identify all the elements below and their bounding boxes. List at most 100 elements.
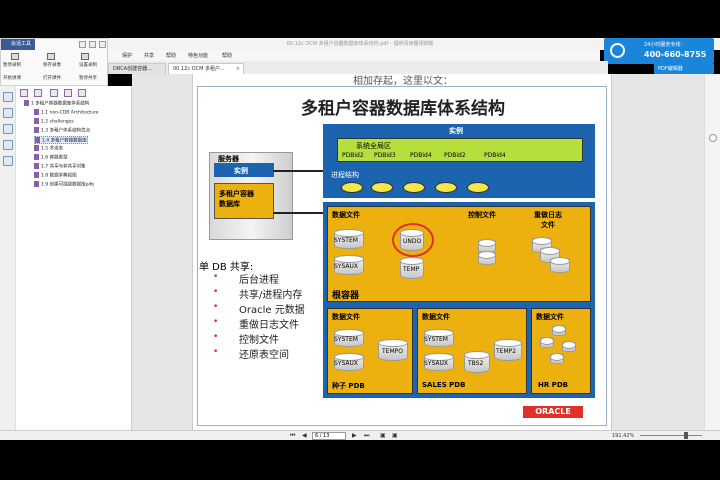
first-page-icon[interactable]: ⏮ [290,432,295,440]
pdbid-label: PDBid3 [374,152,396,159]
pause-record-button[interactable]: 暂停录制 [3,62,21,68]
previous-page-icon[interactable]: ◀ [302,432,307,439]
bookmark-item[interactable]: 1.1 non-CDB Architecture [34,109,98,117]
process-ellipse [435,182,457,193]
scroll-handle-icon[interactable] [709,134,717,142]
redo-label: 重做日志 文件 [534,211,562,229]
server-box: 服务器 实例 多租户容器 数据库 [209,152,293,240]
shared-item: Oracle 元数据 [239,305,305,316]
tab-label: DBCA创建容器... [113,66,152,72]
bookmark-icon [34,127,39,133]
expand-bookmark-icon[interactable] [20,89,28,97]
page-view-icon[interactable]: ▣ [392,432,398,439]
menu-item[interactable]: 共享 [144,52,154,59]
layers-icon[interactable] [3,156,13,166]
zoom-slider-handle[interactable] [684,432,688,439]
session-toolbar: 会话工具栏 暂停录制 保存录像 设置录制 开始讲课 打开课件 暂停共享 [0,38,108,86]
bookmarks-panel: 1 多租户容器数据库体系结构 1.1 non-CDB Architecture … [16,86,132,430]
close-icon[interactable] [99,41,106,48]
temp-label: TEMP [403,266,420,273]
attachments-icon[interactable] [3,140,13,150]
bookmark-item[interactable]: 1.7 共享与非共享对象 [34,163,86,171]
zoom-slider[interactable] [640,435,702,436]
settings-icon[interactable] [81,53,89,60]
sysaux-label: SYSAUX [334,263,358,270]
menu-item[interactable]: 保护 [122,52,132,59]
bookmark-properties-icon[interactable] [78,89,86,97]
bookmark-icon [34,145,39,151]
open-courseware-button[interactable]: 打开课件 [43,75,61,81]
start-lecture-button[interactable]: 开始讲课 [3,75,21,81]
process-ellipse [403,182,425,193]
tempo-label: TEMPO [382,348,403,355]
bookmark-item[interactable]: 1.2 challenges [34,118,74,126]
maximize-icon[interactable] [89,41,96,48]
delete-bookmark-icon[interactable] [34,89,42,97]
controlfiles-label: 控制文件 [468,211,496,219]
bookmark-item[interactable]: 1 多租户容器数据库体系结构 [24,100,89,108]
bookmark-item[interactable]: 1.6 容器类型 [34,154,68,162]
bullet-dot: • [213,317,219,327]
vertical-scrollbar[interactable] [704,74,720,430]
system-label: SYSTEM [334,336,358,343]
server-instance-box: 实例 [214,163,274,177]
bookmark-options-icon[interactable] [64,89,72,97]
previous-page-text: 相加存起，这里以文： [353,76,453,87]
bullet-dot: • [213,272,219,282]
instance-box: 实例 系统全局区 PDBid2 PDBid3 PDBid4 PDBid2 PDB… [323,124,595,198]
pause-record-icon[interactable] [11,53,19,60]
page-number-field[interactable]: 6 / 13 [312,432,346,440]
bookmark-icon [34,181,39,187]
temp2-label: TEMP2 [496,348,517,355]
hr-cylinder [550,353,564,364]
seed-pdb-label: 种子 PDB [332,382,365,390]
pdbid-label: PDBid4 [484,152,506,159]
minimize-icon[interactable] [79,41,86,48]
page-view-icon[interactable]: ▣ [380,432,386,439]
bullet-dot: • [213,332,219,342]
pdbid-label: PDBid2 [444,152,466,159]
last-page-icon[interactable]: ⏭ [364,432,369,440]
root-container: 数据文件 控制文件 重做日志 文件 SYSTEM SYSAUX UNDO TEM… [327,206,591,302]
root-datafiles-label: 数据文件 [332,211,360,219]
sales-pdb: 数据文件 SYSTEM SYSAUX TBS2 TEMP2 SALES PDB [417,308,527,394]
bookmark-item-selected[interactable]: 1.4 多租户容器数据库 [34,136,88,144]
process-ellipse [371,182,393,193]
shared-item: 控制文件 [239,335,279,346]
pages-icon[interactable] [3,108,13,118]
bullet-dot: • [213,302,219,312]
bookmark-icon [34,172,39,178]
record-settings-button[interactable]: 设置录制 [79,62,97,68]
save-record-button[interactable]: 保存录像 [43,62,61,68]
add-bookmark-icon[interactable] [50,89,58,97]
bookmark-item[interactable]: 1.5 术语表 [34,145,63,153]
tab-dbca[interactable]: DBCA创建容器... [108,63,166,74]
menu-item[interactable]: 特色功能 [188,52,208,59]
sales-datafiles-label: 数据文件 [422,313,450,321]
controlfile-cylinder [478,251,496,265]
bookmark-item[interactable]: 1.8 数据字典视图 [34,172,77,180]
seed-pdb: 数据文件 SYSTEM SYSAUX TEMPO 种子 PDB [327,308,413,394]
bookmark-item[interactable]: 1.3 多租户体系结构优点 [34,127,90,135]
bookmark-icon[interactable] [3,92,13,102]
pdf-page: 相加存起，这里以文： 多租户容器数据库体系结构 实例 系统全局区 PDBid2 … [192,74,612,430]
menu-item[interactable]: 帮助 [166,52,176,59]
pause-share-button[interactable]: 暂停共享 [79,75,97,81]
slide-title: 多租户容器数据库体系结构 [301,99,505,119]
next-page-icon[interactable]: ▶ [352,432,357,439]
comments-icon[interactable] [3,124,13,134]
menu-item[interactable]: 帮助 [222,52,232,59]
sysaux-label: SYSAUX [424,360,448,367]
sga-box: 系统全局区 PDBid2 PDBid3 PDBid4 PDBid2 PDBid4 [337,138,583,162]
zoom-level: 191.42% [612,433,635,439]
session-toolbar-title: 会话工具栏 [1,39,35,58]
process-ellipse [467,182,489,193]
bookmark-icon [34,109,39,115]
hr-pdb-label: HR PDB [538,381,568,389]
hotline-banner[interactable]: 24小时服务专线： 400-660-8755 [604,38,714,64]
bookmark-item[interactable]: 1.9 创建可插拔数据库pdb [34,181,94,189]
server-instance-label: 实例 [234,167,248,175]
pdf-editor-link[interactable]: PDF编辑器 [654,64,714,74]
save-record-icon[interactable] [47,53,55,60]
process-structure-label: 进程结构 [331,171,359,179]
